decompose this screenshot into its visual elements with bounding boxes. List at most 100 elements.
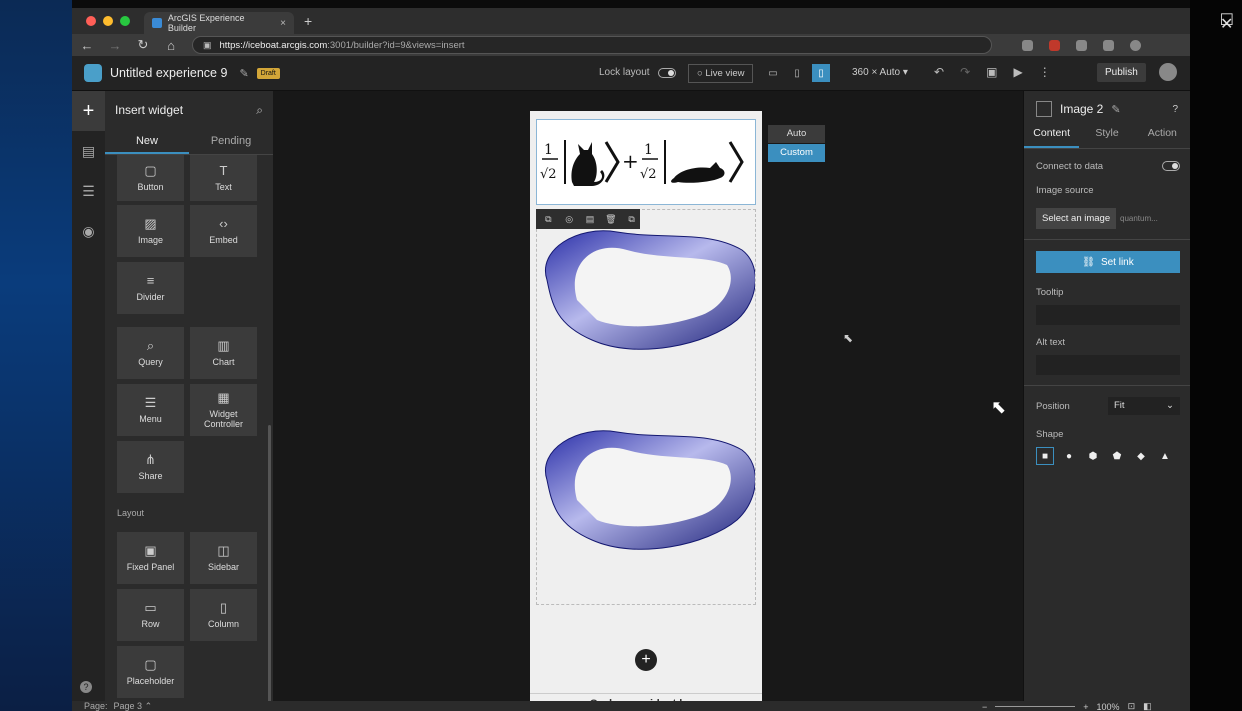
page-selector[interactable]: Page 3 ⌃ bbox=[114, 701, 153, 711]
alt-text-input[interactable] bbox=[1036, 355, 1180, 375]
home-icon[interactable]: ⌂ bbox=[164, 38, 178, 53]
experience-title[interactable]: Untitled experience 9 bbox=[110, 66, 227, 80]
hexagon-shape-icon[interactable]: ⬢ bbox=[1084, 447, 1102, 465]
position-select[interactable]: Fit ⌄ bbox=[1108, 397, 1180, 415]
triangle-shape-icon[interactable]: ▲ bbox=[1156, 447, 1174, 465]
window-close-icon[interactable]: ✕ bbox=[1220, 14, 1233, 34]
help-icon[interactable]: ? bbox=[80, 681, 92, 693]
reload-icon[interactable]: ↻ bbox=[136, 37, 150, 53]
panel-toggle-icon[interactable]: ◧ bbox=[1143, 701, 1152, 711]
add-widget-button[interactable]: + bbox=[635, 649, 657, 671]
user-avatar[interactable] bbox=[1159, 63, 1177, 81]
select-image-button[interactable]: Select an image bbox=[1036, 208, 1117, 229]
delete-icon[interactable]: 🗑 bbox=[602, 212, 619, 226]
insert-widget-title: Insert widget bbox=[115, 103, 184, 117]
pentagon-shape-icon[interactable]: ⬟ bbox=[1108, 447, 1126, 465]
url-field[interactable]: ▣ https://iceboat.arcgis.com:3001/builde… bbox=[192, 36, 992, 54]
tab-close-icon[interactable]: × bbox=[280, 18, 286, 29]
settings-icon[interactable]: ◎ bbox=[561, 212, 578, 226]
zoom-level: 100% bbox=[1096, 701, 1120, 711]
widget-widget-controller[interactable]: ▦ Widget Controller bbox=[190, 384, 257, 436]
favicon-icon bbox=[152, 18, 162, 28]
help-icon[interactable]: ? bbox=[1172, 104, 1178, 115]
save-icon[interactable]: ▣ bbox=[986, 65, 997, 79]
search-icon[interactable]: ⌕ bbox=[256, 103, 263, 118]
widget-embed[interactable]: ‹› Embed bbox=[190, 205, 257, 257]
circle-shape-icon[interactable]: ● bbox=[1060, 447, 1078, 465]
minimize-dot[interactable] bbox=[103, 16, 113, 26]
page-icon[interactable]: ▤ bbox=[72, 131, 105, 171]
live-view-button[interactable]: ○ Live view bbox=[688, 64, 754, 83]
preview-icon[interactable]: ▶ bbox=[1013, 65, 1022, 79]
set-link-button[interactable]: ⛓ Set link bbox=[1036, 251, 1180, 273]
widget-button[interactable]: ▢ Button bbox=[117, 155, 184, 201]
widget-fixed-panel[interactable]: ▣ Fixed Panel bbox=[117, 532, 184, 584]
zoom-out-icon[interactable]: − bbox=[982, 702, 987, 711]
widget-menu[interactable]: ☰ Menu bbox=[117, 384, 184, 436]
desktop-background-right: — ☐ bbox=[1164, 0, 1242, 711]
tooltip-input[interactable] bbox=[1036, 305, 1180, 325]
properties-panel: Image 2 ✎ ? Content Style Action Connect… bbox=[1023, 91, 1190, 711]
desktop-device-icon[interactable]: ▭ bbox=[764, 64, 782, 82]
theme-icon[interactable]: ◉ bbox=[72, 211, 105, 251]
new-tab-button[interactable]: + bbox=[304, 13, 312, 29]
lock-layout-label: Lock layout bbox=[599, 67, 650, 78]
close-dot[interactable] bbox=[86, 16, 96, 26]
image-widget-container[interactable] bbox=[536, 209, 756, 605]
insert-panel-scrollbar[interactable] bbox=[268, 425, 271, 710]
lock-layout-control[interactable]: Lock layout bbox=[599, 67, 676, 78]
screen-size-select[interactable]: 360 × Auto ▾ bbox=[852, 67, 908, 78]
publish-button[interactable]: Publish bbox=[1097, 63, 1146, 82]
widget-image[interactable]: ▨ Image bbox=[117, 205, 184, 257]
height-auto-option[interactable]: Auto bbox=[768, 125, 825, 143]
extension-icon[interactable] bbox=[1076, 39, 1087, 51]
zoom-in-icon[interactable]: + bbox=[1083, 702, 1088, 711]
insert-widget-icon[interactable]: + bbox=[72, 91, 105, 131]
widget-row[interactable]: ▭ Row bbox=[117, 589, 184, 641]
profile-icon[interactable] bbox=[1130, 39, 1141, 51]
widget-sidebar[interactable]: ◫ Sidebar bbox=[190, 532, 257, 584]
back-icon[interactable]: ← bbox=[80, 38, 94, 53]
tablet-device-icon[interactable]: ▯ bbox=[788, 64, 806, 82]
fit-icon[interactable]: ⊡ bbox=[1128, 701, 1136, 711]
tab-pending[interactable]: Pending bbox=[189, 129, 273, 154]
site-info-icon[interactable]: ▣ bbox=[203, 40, 212, 51]
widget-chart[interactable]: ▥ Chart bbox=[190, 327, 257, 379]
widget-placeholder[interactable]: ▢ Placeholder bbox=[117, 646, 184, 698]
lock-layout-toggle[interactable] bbox=[657, 67, 676, 78]
connect-to-data-toggle[interactable] bbox=[1162, 161, 1180, 171]
zoom-slider[interactable] bbox=[995, 706, 1076, 707]
tab-action[interactable]: Action bbox=[1135, 127, 1190, 148]
height-custom-option[interactable]: Custom bbox=[768, 144, 825, 162]
tab-content[interactable]: Content bbox=[1024, 127, 1080, 148]
undo-icon[interactable]: ↶ bbox=[934, 65, 944, 79]
widget-share[interactable]: ⋔ Share bbox=[117, 441, 184, 493]
redo-icon[interactable]: ↷ bbox=[960, 65, 970, 79]
edit-title-icon[interactable]: ✎ bbox=[239, 67, 248, 80]
tab-style[interactable]: Style bbox=[1079, 127, 1134, 148]
widget-name[interactable]: Image 2 bbox=[1060, 102, 1103, 116]
forward-icon[interactable]: → bbox=[108, 38, 122, 53]
more-icon[interactable]: ⋮ bbox=[1039, 65, 1051, 79]
widget-divider[interactable]: ≡ Divider bbox=[117, 262, 184, 314]
copy-icon[interactable]: ▤ bbox=[582, 212, 599, 226]
link-icon[interactable]: ⧉ bbox=[623, 212, 640, 226]
extension-icon[interactable] bbox=[1049, 39, 1060, 51]
widget-text[interactable]: T Text bbox=[190, 155, 257, 201]
diamond-shape-icon[interactable]: ◆ bbox=[1132, 447, 1150, 465]
mobile-page-frame: 1 √2 + 1 √2 ⧉ ◎ ▤ 🗑 ⧉ + bbox=[530, 111, 762, 711]
widget-query[interactable]: ⌕ Query bbox=[117, 327, 184, 379]
widget-column[interactable]: ▯ Column bbox=[190, 589, 257, 641]
extension-icon[interactable] bbox=[1103, 39, 1114, 51]
square-shape-icon[interactable]: ■ bbox=[1036, 447, 1054, 465]
edit-name-icon[interactable]: ✎ bbox=[1111, 103, 1120, 116]
svg-text:1: 1 bbox=[544, 142, 553, 158]
browser-tab[interactable]: ArcGIS Experience Builder × bbox=[144, 12, 294, 34]
data-icon[interactable]: ☰ bbox=[72, 171, 105, 211]
phone-device-icon[interactable]: ▯ bbox=[812, 64, 830, 82]
image-widget-equation[interactable]: 1 √2 + 1 √2 bbox=[536, 119, 756, 205]
zoom-dot[interactable] bbox=[120, 16, 130, 26]
duplicate-icon[interactable]: ⧉ bbox=[540, 212, 557, 226]
extension-icon[interactable] bbox=[1022, 39, 1033, 51]
tab-new[interactable]: New bbox=[105, 129, 189, 154]
